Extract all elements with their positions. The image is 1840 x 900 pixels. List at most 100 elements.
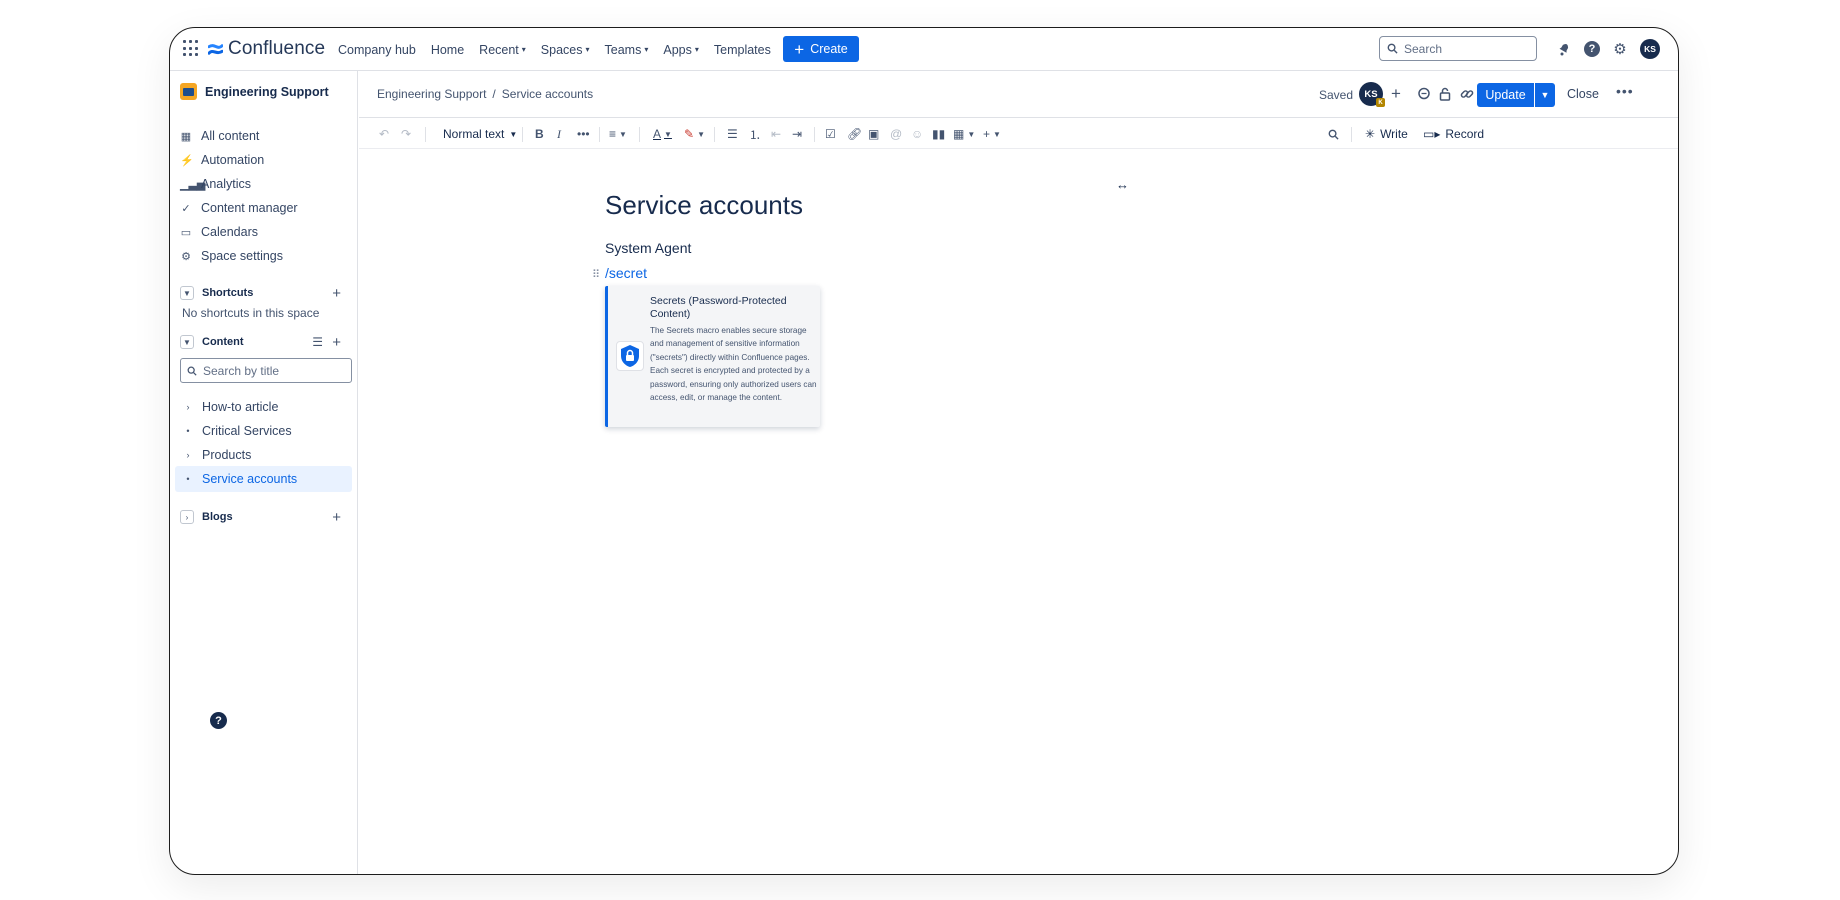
page-title[interactable]: Service accounts — [605, 190, 803, 221]
alignment-icon[interactable]: ≡ ▼ — [609, 126, 627, 142]
tree-item-service-accounts[interactable]: • Service accounts — [175, 466, 352, 492]
help-icon[interactable]: ? — [1582, 39, 1602, 59]
sidebar-item-automation[interactable]: ⚡ Automation — [180, 148, 264, 172]
sidebar-item-calendars[interactable]: ▭ Calendars — [180, 220, 258, 244]
sidebar-item-all-content[interactable]: ▦ All content — [180, 124, 260, 148]
sparkle-icon: ✳ — [1365, 127, 1376, 141]
bold-icon[interactable]: B — [535, 126, 544, 142]
chevron-right-icon[interactable]: › — [180, 510, 194, 524]
settings-gear-icon[interactable]: ⚙ — [1610, 39, 1630, 59]
indent-icon[interactable]: ⇥ — [792, 126, 802, 142]
breadcrumb-separator: / — [492, 87, 496, 101]
lock-icon — [616, 341, 644, 371]
nav-home[interactable]: Home — [431, 43, 464, 57]
expand-width-icon[interactable]: ↔ — [1116, 177, 1129, 192]
tree-item-how-to-article[interactable]: › How-to article — [175, 394, 352, 420]
global-search-input[interactable]: Search — [1379, 36, 1537, 61]
comment-icon[interactable] — [1414, 84, 1434, 104]
italic-icon[interactable]: I — [557, 126, 561, 142]
breadcrumb: Engineering Support / Service accounts — [377, 87, 593, 101]
macro-suggestion-item[interactable]: Secrets (Password-Protected Content) The… — [605, 286, 820, 427]
undo-icon[interactable]: ↶ — [379, 126, 389, 142]
shortcuts-empty-text: No shortcuts in this space — [182, 306, 320, 320]
close-button[interactable]: Close — [1567, 87, 1599, 101]
nav-teams[interactable]: Teams ▾ — [605, 43, 649, 57]
copy-link-icon[interactable] — [1457, 84, 1477, 104]
app-switcher-icon[interactable] — [183, 40, 200, 57]
image-icon[interactable]: ▣ — [868, 126, 879, 142]
find-replace-search-icon[interactable] — [1328, 126, 1339, 142]
highlight-icon[interactable]: ✎ ▼ — [684, 126, 705, 142]
drag-handle-icon[interactable]: ⠿ — [592, 268, 600, 281]
text-color-icon[interactable]: A ▼ — [653, 126, 672, 142]
record-button[interactable]: ▭▸ Record — [1423, 127, 1484, 141]
help-icon[interactable]: ? — [210, 712, 227, 729]
grid-icon: ▦ — [180, 130, 192, 143]
page-header-bar: Engineering Support / Service accounts S… — [359, 71, 1678, 118]
create-button[interactable]: + Create — [783, 36, 859, 62]
update-button[interactable]: Update — [1477, 83, 1534, 107]
notifications-bell-icon[interactable] — [1554, 39, 1574, 59]
toolbar-divider — [814, 127, 815, 142]
emoji-icon[interactable]: ☺ — [911, 126, 923, 142]
sidebar-item-space-settings[interactable]: ⚙ Space settings — [180, 244, 283, 268]
primary-nav: Company hub Home Recent ▾ Spaces ▾ Teams ▾ … — [338, 28, 771, 71]
restrictions-lock-icon[interactable] — [1435, 84, 1455, 104]
add-blog-icon[interactable]: + — [332, 509, 341, 526]
sidebar-item-analytics[interactable]: ▁▃▅ Analytics — [180, 172, 251, 196]
nav-templates[interactable]: Templates — [714, 43, 771, 57]
outdent-icon[interactable]: ⇤ — [771, 126, 781, 142]
space-header[interactable]: Engineering Support — [180, 83, 329, 100]
toolbar-divider — [425, 127, 426, 142]
nav-spaces[interactable]: Spaces ▾ — [541, 43, 590, 57]
numbered-list-icon[interactable]: ⒈ — [749, 126, 761, 142]
bullet-list-icon[interactable]: ☰ — [727, 126, 738, 142]
toolbar-divider — [639, 127, 640, 142]
link-icon[interactable]: 🔗︎ — [847, 126, 862, 142]
chevron-right-icon[interactable]: › — [184, 402, 192, 412]
video-camera-icon: ▭▸ — [1423, 127, 1441, 141]
tree-item-critical-services[interactable]: • Critical Services — [175, 418, 352, 444]
search-by-title-input[interactable]: Search by title — [180, 358, 352, 383]
gear-icon: ⚙ — [181, 250, 191, 263]
table-icon[interactable]: ▦ ▼ — [953, 126, 975, 142]
shortcuts-section-header: ▼ Shortcuts + — [180, 283, 347, 303]
add-content-icon[interactable]: + — [332, 334, 341, 351]
slash-command-text[interactable]: /secret — [605, 265, 647, 281]
paragraph-text[interactable]: System Agent — [605, 240, 691, 256]
write-button[interactable]: ✳ Write — [1365, 127, 1408, 141]
toolbar-divider — [714, 127, 715, 142]
mention-icon[interactable]: @ — [890, 126, 902, 142]
tree-item-products[interactable]: › Products — [175, 442, 352, 468]
layouts-icon[interactable]: ▮▮ — [932, 126, 945, 142]
add-shortcut-icon[interactable]: + — [332, 285, 341, 302]
redo-icon[interactable]: ↷ — [401, 126, 411, 142]
chevron-right-icon[interactable]: › — [184, 450, 192, 460]
nav-apps[interactable]: Apps ▾ — [663, 43, 699, 57]
sidebar-item-content-manager[interactable]: ✓ Content manager — [180, 196, 297, 220]
top-navigation: Confluence Company hub Home Recent ▾ Spac… — [170, 28, 1678, 71]
toolbar-divider — [599, 127, 600, 142]
more-formatting-icon[interactable]: ••• — [577, 126, 590, 142]
chevron-down-icon[interactable]: ▼ — [180, 335, 194, 349]
more-actions-icon[interactable]: ••• — [1616, 83, 1634, 99]
text-style-dropdown[interactable]: Normal text ▼ — [443, 127, 517, 141]
breadcrumb-page[interactable]: Service accounts — [502, 87, 593, 101]
filter-icon[interactable]: ☰ — [312, 335, 323, 349]
toolbar-divider — [1351, 127, 1352, 142]
calendar-icon: ▭ — [180, 226, 192, 239]
breadcrumb-space[interactable]: Engineering Support — [377, 87, 486, 101]
confluence-logo[interactable]: Confluence — [208, 38, 325, 60]
insert-plus-icon[interactable]: + ▼ — [983, 126, 1001, 142]
action-item-icon[interactable]: ☑ — [825, 126, 836, 142]
collaborator-avatar[interactable]: KS K — [1359, 82, 1385, 107]
nav-recent[interactable]: Recent ▾ — [479, 43, 526, 57]
invite-plus-icon[interactable]: + — [1386, 84, 1406, 104]
chevron-down-icon: ▾ — [694, 45, 699, 54]
chevron-down-icon[interactable]: ▼ — [180, 286, 194, 300]
space-name: Engineering Support — [205, 84, 329, 99]
user-avatar[interactable]: KS — [1640, 39, 1660, 59]
blogs-section-header: › Blogs + — [180, 507, 347, 527]
update-options-chevron-icon[interactable]: ▼ — [1535, 83, 1555, 107]
nav-company-hub[interactable]: Company hub — [338, 43, 416, 57]
